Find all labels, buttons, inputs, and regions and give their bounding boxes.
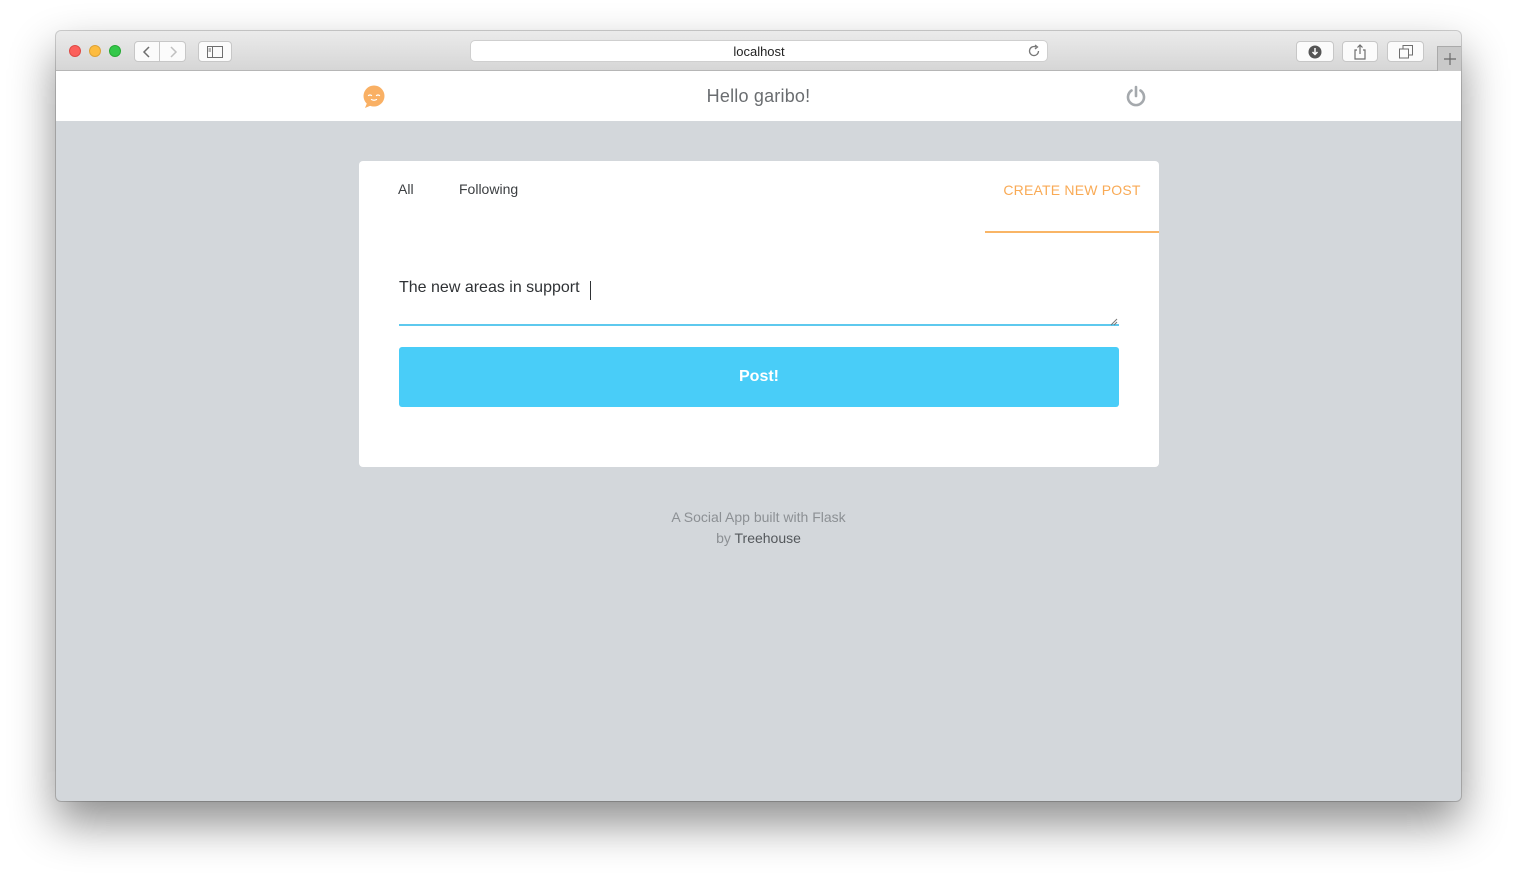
post-text-input[interactable]: The new areas in support (399, 273, 1119, 326)
sidebar-icon (207, 45, 223, 58)
treehouse-link[interactable]: Treehouse (735, 530, 801, 546)
resize-grip-icon[interactable] (1109, 317, 1118, 326)
post-submit-button[interactable]: Post! (399, 347, 1119, 407)
app-header: Hello garibo! (56, 71, 1461, 121)
tab-create-new-post[interactable]: CREATE NEW POST (985, 161, 1159, 233)
text-caret (590, 281, 591, 300)
chat-face-logo-icon[interactable] (362, 85, 386, 109)
downloads-button[interactable] (1296, 41, 1334, 62)
share-button[interactable] (1342, 41, 1378, 62)
reload-icon[interactable] (1027, 44, 1041, 58)
greeting-text: Hello garibo! (706, 85, 811, 106)
page-footer: A Social App built with Flask by Treehou… (56, 507, 1461, 549)
show-tabs-button[interactable] (1387, 41, 1424, 62)
footer-line1: A Social App built with Flask (671, 509, 846, 525)
power-icon[interactable] (1125, 85, 1147, 107)
download-icon (1308, 45, 1322, 58)
browser-window: localhost Hello garibo! All Following CR… (56, 31, 1461, 801)
tab-create-label: CREATE NEW POST (1003, 182, 1141, 198)
tab-all[interactable]: All (398, 181, 414, 197)
new-tab-button[interactable] (1437, 46, 1461, 71)
chevron-left-icon (142, 45, 150, 58)
post-card: All Following CREATE NEW POST The new ar… (359, 161, 1159, 467)
footer-by-prefix: by (716, 530, 731, 546)
tab-following[interactable]: Following (459, 181, 518, 197)
browser-toolbar: localhost (56, 31, 1461, 71)
address-bar[interactable]: localhost (470, 40, 1048, 62)
forward-button[interactable] (160, 41, 186, 62)
address-url: localhost (733, 43, 785, 59)
zoom-window-button[interactable] (109, 45, 121, 57)
plus-icon (1443, 53, 1456, 65)
footer-line2: by Treehouse (56, 528, 1461, 549)
close-window-button[interactable] (69, 45, 81, 57)
tabs-icon (1398, 44, 1413, 58)
back-button[interactable] (134, 41, 160, 62)
chevron-right-icon (169, 45, 177, 58)
minimize-window-button[interactable] (89, 45, 101, 57)
share-icon (1354, 43, 1366, 60)
sidebar-toggle-button[interactable] (198, 41, 232, 62)
